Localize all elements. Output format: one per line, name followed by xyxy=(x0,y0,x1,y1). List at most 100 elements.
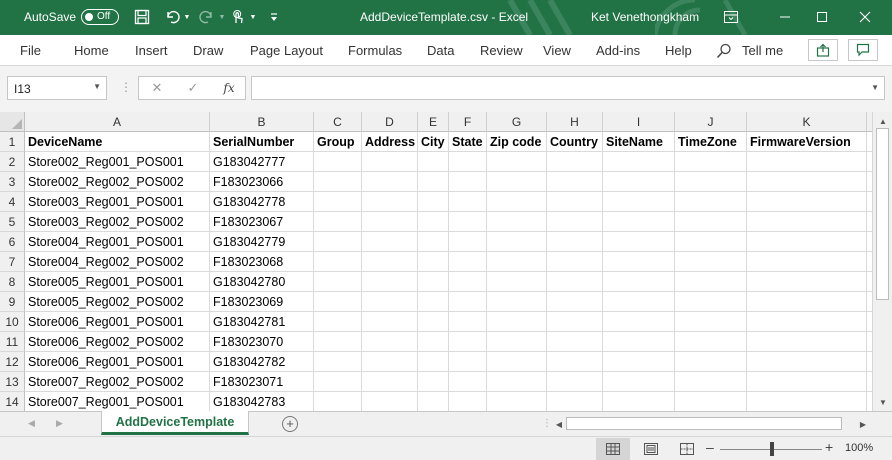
table-cell[interactable] xyxy=(314,272,362,292)
table-cell[interactable]: Store003_Reg002_POS002 xyxy=(25,212,210,232)
ribbon-display-options-icon[interactable] xyxy=(716,4,746,30)
row-header[interactable]: 3 xyxy=(0,172,25,192)
share-button[interactable] xyxy=(808,39,838,61)
table-cell[interactable]: Store004_Reg002_POS002 xyxy=(25,252,210,272)
table-cell[interactable] xyxy=(675,152,747,172)
enter-check-icon[interactable]: ✓ xyxy=(182,79,204,97)
header-cell[interactable]: City xyxy=(418,132,449,152)
table-cell[interactable] xyxy=(547,392,603,411)
table-cell[interactable] xyxy=(362,372,418,392)
redo-dropdown-icon[interactable]: ▼ xyxy=(217,8,227,26)
table-cell[interactable] xyxy=(547,272,603,292)
table-cell[interactable] xyxy=(547,352,603,372)
table-cell[interactable] xyxy=(487,352,547,372)
table-cell[interactable] xyxy=(314,312,362,332)
minimize-icon[interactable] xyxy=(770,4,800,30)
table-cell[interactable]: F183023069 xyxy=(210,292,314,312)
touch-mode-icon[interactable] xyxy=(228,8,248,26)
header-cell[interactable]: TimeZone xyxy=(675,132,747,152)
table-cell[interactable] xyxy=(418,252,449,272)
tab-draw[interactable]: Draw xyxy=(193,43,223,58)
row-header[interactable]: 10 xyxy=(0,312,25,332)
scroll-right-icon[interactable]: ▶ xyxy=(856,417,870,431)
table-cell[interactable] xyxy=(362,192,418,212)
worksheet-grid[interactable]: A B C D E F G H I J K 1 DeviceName SerialNumber Group A… xyxy=(0,112,872,411)
column-header[interactable]: D xyxy=(362,112,418,132)
table-cell[interactable]: G183042777 xyxy=(210,152,314,172)
table-cell[interactable] xyxy=(449,372,487,392)
table-cell[interactable] xyxy=(314,252,362,272)
table-cell[interactable] xyxy=(603,332,675,352)
table-cell[interactable]: F183023070 xyxy=(210,332,314,352)
column-header[interactable]: I xyxy=(603,112,675,132)
table-cell[interactable] xyxy=(603,212,675,232)
table-cell[interactable] xyxy=(747,352,867,372)
table-cell[interactable] xyxy=(603,372,675,392)
header-cell[interactable]: Country xyxy=(547,132,603,152)
table-cell[interactable]: Store006_Reg001_POS001 xyxy=(25,312,210,332)
table-cell[interactable]: Store005_Reg002_POS002 xyxy=(25,292,210,312)
header-cell[interactable]: Zip code xyxy=(487,132,547,152)
table-cell[interactable] xyxy=(675,352,747,372)
table-cell[interactable] xyxy=(418,272,449,292)
table-cell[interactable] xyxy=(362,312,418,332)
tab-add-ins[interactable]: Add-ins xyxy=(596,43,640,58)
table-cell[interactable] xyxy=(418,352,449,372)
page-layout-view-icon[interactable] xyxy=(634,438,668,460)
table-cell[interactable] xyxy=(449,152,487,172)
close-icon[interactable] xyxy=(850,4,880,30)
table-cell[interactable] xyxy=(547,372,603,392)
table-cell[interactable] xyxy=(603,312,675,332)
table-cell[interactable] xyxy=(314,392,362,411)
table-cell[interactable] xyxy=(449,252,487,272)
touch-dropdown-icon[interactable]: ▼ xyxy=(248,8,258,26)
table-cell[interactable] xyxy=(487,332,547,352)
row-header[interactable]: 5 xyxy=(0,212,25,232)
tab-review[interactable]: Review xyxy=(480,43,523,58)
table-cell[interactable] xyxy=(675,252,747,272)
chevron-down-icon[interactable]: ▼ xyxy=(93,82,101,91)
vertical-scroll-thumb[interactable] xyxy=(876,128,889,300)
table-cell[interactable] xyxy=(314,232,362,252)
table-cell[interactable] xyxy=(314,152,362,172)
tell-me-search[interactable]: Tell me xyxy=(742,43,783,58)
table-cell[interactable] xyxy=(547,192,603,212)
table-cell[interactable] xyxy=(675,392,747,411)
table-cell[interactable] xyxy=(747,192,867,212)
table-cell[interactable] xyxy=(449,292,487,312)
row-header[interactable]: 2 xyxy=(0,152,25,172)
table-cell[interactable] xyxy=(547,172,603,192)
add-sheet-icon[interactable]: + xyxy=(282,416,298,432)
horizontal-scroll-thumb[interactable] xyxy=(566,417,842,430)
table-cell[interactable] xyxy=(362,152,418,172)
table-cell[interactable] xyxy=(603,252,675,272)
tab-file[interactable]: File xyxy=(20,43,41,58)
column-header[interactable]: K xyxy=(747,112,867,132)
table-cell[interactable] xyxy=(362,252,418,272)
name-box[interactable]: I13 ▼ xyxy=(7,76,107,100)
column-header[interactable]: A xyxy=(25,112,210,132)
zoom-slider-thumb[interactable] xyxy=(770,442,774,456)
table-cell[interactable]: F183023071 xyxy=(210,372,314,392)
table-cell[interactable] xyxy=(675,212,747,232)
scroll-up-icon[interactable]: ▲ xyxy=(876,114,890,128)
table-cell[interactable] xyxy=(603,172,675,192)
column-header[interactable]: F xyxy=(449,112,487,132)
table-cell[interactable] xyxy=(747,292,867,312)
table-cell[interactable] xyxy=(418,232,449,252)
comments-button[interactable] xyxy=(848,39,878,61)
tab-page-layout[interactable]: Page Layout xyxy=(250,43,323,58)
table-cell[interactable] xyxy=(747,172,867,192)
table-cell[interactable] xyxy=(747,272,867,292)
table-cell[interactable] xyxy=(747,332,867,352)
row-header[interactable]: 9 xyxy=(0,292,25,312)
table-cell[interactable] xyxy=(362,392,418,411)
table-cell[interactable]: Store006_Reg002_POS002 xyxy=(25,332,210,352)
scroll-down-icon[interactable]: ▼ xyxy=(876,395,890,409)
redo-icon[interactable] xyxy=(197,8,217,26)
table-cell[interactable] xyxy=(362,232,418,252)
table-cell[interactable]: Store002_Reg002_POS002 xyxy=(25,172,210,192)
table-cell[interactable] xyxy=(675,192,747,212)
table-cell[interactable] xyxy=(547,252,603,272)
row-header[interactable]: 4 xyxy=(0,192,25,212)
